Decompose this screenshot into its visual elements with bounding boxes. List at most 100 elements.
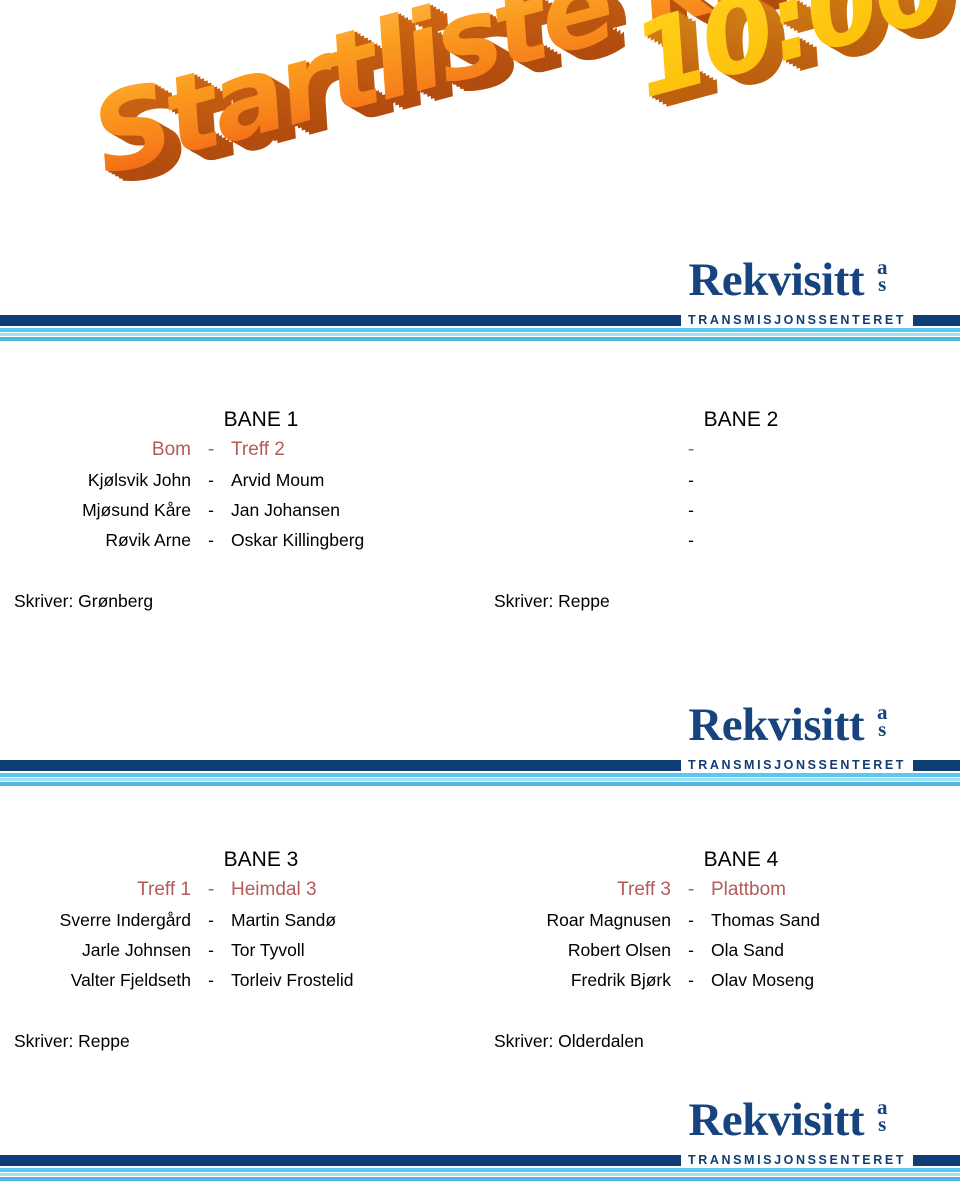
rekvisitt-name: Rekvisitt <box>688 699 864 751</box>
table-row: Roar Magnusen - Thomas Sand <box>480 905 960 935</box>
skriver-row: Skriver: Grønberg Skriver: Reppe <box>0 591 960 612</box>
row-separator-dash: - <box>687 879 695 900</box>
pair-home-team: Treff 1 <box>137 879 191 900</box>
rekvisitt-as-suffix: a s <box>866 1097 898 1136</box>
player-home-name: Robert Olsen <box>567 939 671 960</box>
logo-subtitle: TRANSMISJONSSENTERET <box>688 313 906 327</box>
player-home-name: Jarle Johnsen <box>82 939 191 960</box>
schedule-section-2: BANE 3 BANE 4 Treff 1- Heimdal 3 Sverre Inde… <box>0 845 960 1052</box>
player-away-name: Jan Johansen <box>231 499 340 520</box>
suffix-s: s <box>878 1111 886 1136</box>
logo-stripe-b-top <box>0 333 960 336</box>
row-separator-dash: - <box>688 499 694 520</box>
schedule-section-1: BANE 1 BANE 2 Bom - Treff 2 Kjølsvik John - Arv… <box>0 405 960 612</box>
table-row: - <box>480 495 960 525</box>
row-separator-dash: - <box>208 969 214 990</box>
row-separator-dash: - <box>688 469 694 490</box>
bane-body-row: Treff 1- Heimdal 3 Sverre Indergård - Martin… <box>0 875 960 995</box>
bane-title: BANE 4 <box>703 848 779 871</box>
pair-header-row: Bom - Treff 2 <box>0 435 480 465</box>
logo-stripe-c-bottom <box>0 1177 960 1181</box>
suffix-s: s <box>878 271 886 296</box>
row-separator-dash: - <box>208 499 214 520</box>
pair-home-team: Treff 3 <box>617 879 671 900</box>
rekvisitt-logo-top: Rekvisitt a s <box>688 257 898 304</box>
rekvisitt-wordmark: Rekvisitt a s <box>688 702 898 749</box>
logo-subtitle-row-bottom: TRANSMISJONSSENTERET <box>0 1152 960 1168</box>
player-home-name: Fredrik Bjørk <box>570 969 671 990</box>
player-away-name: Martin Sandø <box>231 909 337 930</box>
table-row: - <box>480 465 960 495</box>
bane-title-row: BANE 3 BANE 4 <box>0 845 960 875</box>
player-home-name: Roar Magnusen <box>546 909 671 930</box>
pane-2: BANE 4 <box>480 845 960 875</box>
player-away-name: Torleiv Frostelid <box>231 969 354 990</box>
rekvisitt-as-suffix: a s <box>866 257 898 296</box>
skriver-label-1: Skriver: Grønberg <box>14 591 154 611</box>
player-home-name: Valter Fjeldseth <box>70 969 191 990</box>
player-away-name: Olav Moseng <box>711 969 815 990</box>
row-separator-dash: - <box>687 439 695 460</box>
logo-block-bottom: Rekvisitt a s TRANSMISJONSSENTERET <box>0 1097 960 1181</box>
logo-stripe-a-middle <box>0 773 960 777</box>
logo-stripe-a-top <box>0 328 960 332</box>
suffix-s: s <box>878 716 886 741</box>
logo-stripe-c-middle <box>0 782 960 786</box>
logo-bar-right <box>913 759 960 771</box>
table-row: Valter Fjeldseth - Torleiv Frostelid <box>0 965 480 995</box>
logo-block-middle: Rekvisitt a s TRANSMISJONSSENTERET <box>0 702 960 786</box>
logo-stripe-c-top <box>0 337 960 341</box>
player-away-name: Arvid Moum <box>231 469 325 490</box>
rekvisitt-logo-middle: Rekvisitt a s <box>688 702 898 749</box>
rekvisitt-name: Rekvisitt <box>688 254 864 306</box>
player-away-name: Thomas Sand <box>711 909 820 930</box>
row-spacer <box>0 555 960 591</box>
pane-1-body: Bom - Treff 2 Kjølsvik John - Arvid Moum Mjøsu… <box>0 435 480 555</box>
logo-bar-left <box>0 1154 681 1166</box>
pane-2-body: Treff 3- Plattbom Roar Magnusen - Thomas San… <box>480 875 960 995</box>
pane-1-body: Treff 1- Heimdal 3 Sverre Indergård - Martin… <box>0 875 480 995</box>
skriver-label-2: Skriver: Reppe <box>494 591 610 611</box>
pane-2: BANE 2 <box>480 405 960 435</box>
bane-title: BANE 1 <box>223 408 299 431</box>
logo-bar-left <box>0 759 681 771</box>
pair-header-row: Treff 3- Plattbom <box>480 875 960 905</box>
bane-title: BANE 3 <box>223 848 299 871</box>
player-away-name: Oskar Killingberg <box>231 529 365 550</box>
player-home-name: Kjølsvik John <box>87 469 191 490</box>
rekvisitt-as-suffix: a s <box>866 702 898 741</box>
row-separator-dash: - <box>688 909 694 930</box>
row-separator-dash: - <box>208 939 214 960</box>
row-separator-dash: - <box>688 529 694 550</box>
logo-bar-left <box>0 314 681 326</box>
row-separator-dash: - <box>207 879 215 900</box>
pair-away-team: Plattbom <box>711 879 786 900</box>
logo-bar-right <box>913 1154 960 1166</box>
player-home-name: Mjøsund Kåre <box>82 499 191 520</box>
row-separator-dash: - <box>208 909 214 930</box>
bane-title: BANE 2 <box>703 408 779 431</box>
row-separator-dash: - <box>688 969 694 990</box>
pair-header-row: Treff 1- Heimdal 3 <box>0 875 480 905</box>
logo-subtitle: TRANSMISJONSSENTERET <box>688 1153 906 1167</box>
skriver-label-1: Skriver: Reppe <box>14 1031 130 1051</box>
table-row: Robert Olsen - Ola Sand <box>480 935 960 965</box>
logo-bar-right <box>913 314 960 326</box>
logo-subtitle-row-middle: TRANSMISJONSSENTERET <box>0 757 960 773</box>
pair-away-team: Heimdal 3 <box>231 879 317 900</box>
pair-home-team: Bom <box>151 439 191 460</box>
pane-2-body: - - - - <box>480 435 960 555</box>
player-home-name: Røvik Arne <box>105 529 191 550</box>
row-separator-dash: - <box>208 529 214 550</box>
player-away-name: Tor Tyvoll <box>231 939 305 960</box>
table-row: Fredrik Bjørk - Olav Moseng <box>480 965 960 995</box>
table-row: Jarle Johnsen - Tor Tyvoll <box>0 935 480 965</box>
player-home-name: Sverre Indergård <box>59 909 191 930</box>
pair-header-row: - <box>480 435 960 465</box>
row-spacer <box>0 995 960 1031</box>
table-row: Kjølsvik John - Arvid Moum <box>0 465 480 495</box>
skriver-label-2: Skriver: Olderdalen <box>494 1031 644 1051</box>
table-row: Røvik Arne - Oskar Killingberg <box>0 525 480 555</box>
rekvisitt-name: Rekvisitt <box>688 1094 864 1146</box>
pane-1: BANE 3 <box>0 845 480 875</box>
